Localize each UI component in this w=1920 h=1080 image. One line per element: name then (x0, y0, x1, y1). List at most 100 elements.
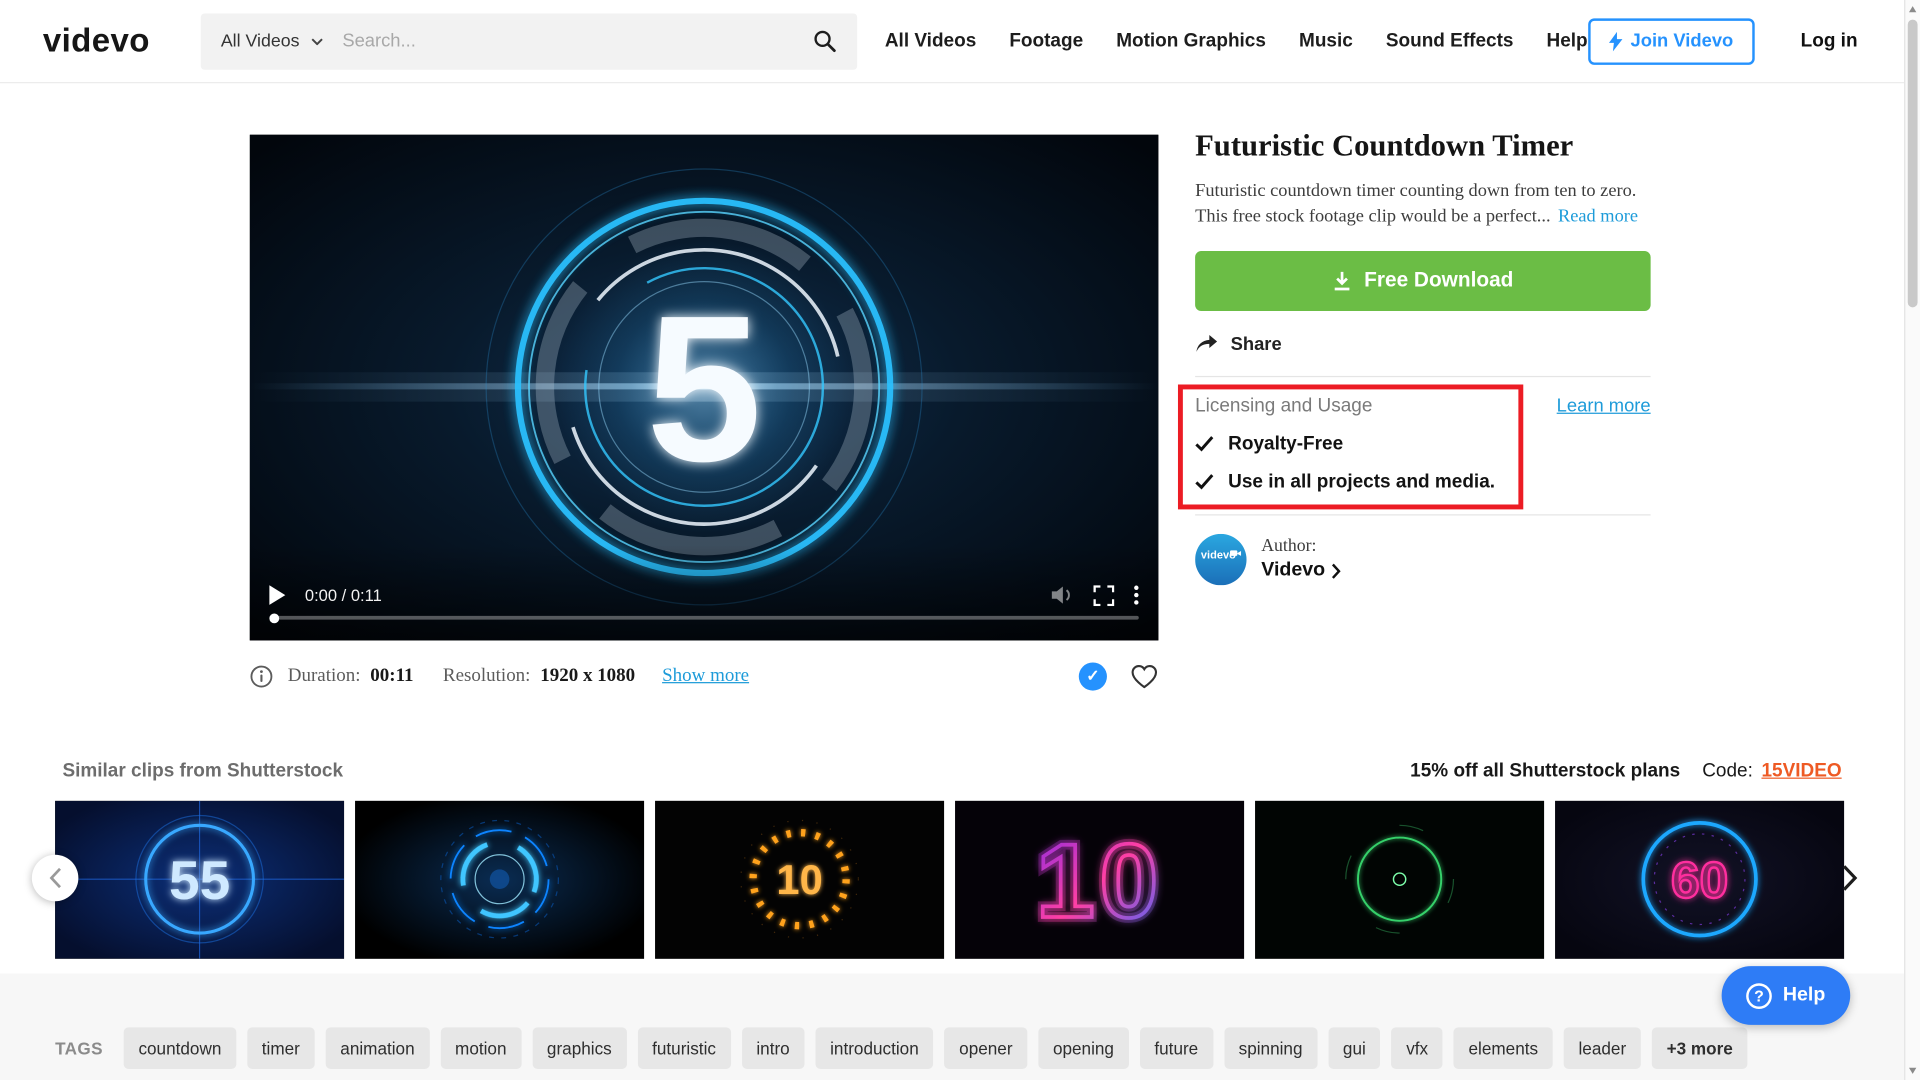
player-controls-bar: 0:00 / 0:11 (250, 545, 1159, 641)
fullscreen-icon[interactable] (1093, 585, 1114, 606)
similar-clip-thumbnail[interactable]: 10 (655, 801, 944, 959)
author-section: videvo Author: Videvo (1195, 533, 1651, 584)
nav-footage[interactable]: Footage (1009, 30, 1083, 52)
search-button[interactable] (793, 13, 857, 69)
favorite-heart-icon[interactable] (1130, 663, 1158, 689)
author-avatar[interactable]: videvo (1195, 533, 1246, 584)
countdown-number: 5 (646, 273, 762, 505)
licensing-section: Licensing and Usage Learn more Royalty-F… (1195, 377, 1651, 493)
search-input[interactable] (342, 13, 793, 69)
show-more-link[interactable]: Show more (662, 665, 749, 687)
search-category-dropdown[interactable]: All Videos (201, 13, 342, 69)
video-details-panel: Futuristic Countdown Timer Futuristic co… (1195, 130, 1651, 585)
resolution-value: 1920 x 1080 (540, 665, 635, 687)
share-icon (1195, 334, 1218, 354)
video-player[interactable]: 5 0:00 / 0:11 (250, 135, 1159, 641)
similar-clip-thumbnail[interactable] (1255, 801, 1544, 959)
logo[interactable]: videvo (43, 22, 150, 60)
lightning-bolt-icon (1608, 31, 1621, 51)
learn-more-link[interactable]: Learn more (1557, 396, 1651, 417)
licensing-label: Licensing and Usage (1195, 395, 1372, 417)
tag-pill[interactable]: futuristic (637, 1027, 730, 1069)
carousel-prev-button[interactable] (32, 855, 79, 902)
license-item-use-all: Use in all projects and media. (1195, 471, 1651, 493)
similar-clip-thumbnail[interactable] (355, 801, 644, 959)
tag-pill[interactable]: timer (247, 1027, 315, 1069)
author-name-link[interactable]: Videvo (1261, 560, 1341, 582)
share-label: Share (1231, 334, 1282, 355)
similar-clips-carousel: 55 (55, 801, 1844, 959)
help-button[interactable]: ? Help (1722, 966, 1850, 1025)
tag-pill[interactable]: vfx (1392, 1027, 1443, 1069)
seek-playhead[interactable] (269, 613, 279, 623)
tag-pill[interactable]: gui (1328, 1027, 1380, 1069)
seek-bar[interactable] (269, 616, 1138, 620)
nav-motion-graphics[interactable]: Motion Graphics (1116, 30, 1266, 52)
tag-pill[interactable]: elements (1454, 1027, 1553, 1069)
tag-pill[interactable]: motion (440, 1027, 521, 1069)
tag-pill[interactable]: opening (1038, 1027, 1128, 1069)
license-item-royalty-free: Royalty-Free (1195, 433, 1651, 455)
tag-pill[interactable]: countdown (124, 1027, 236, 1069)
more-options-icon[interactable] (1134, 585, 1139, 605)
tag-pill[interactable]: graphics (532, 1027, 626, 1069)
nav-all-videos[interactable]: All Videos (885, 30, 976, 52)
license-item-label: Royalty-Free (1228, 433, 1343, 455)
play-button[interactable] (269, 585, 285, 605)
nav-help[interactable]: Help (1547, 30, 1588, 52)
similar-clip-thumbnail[interactable]: 55 (55, 801, 344, 959)
scrollbar-down-arrow-icon[interactable] (1909, 1068, 1916, 1074)
tag-pill[interactable]: animation (326, 1027, 430, 1069)
join-button-label: Join Videvo (1631, 31, 1734, 52)
free-download-button[interactable]: Free Download (1195, 251, 1651, 311)
info-icon[interactable] (250, 664, 273, 687)
resolution-label: Resolution: (443, 665, 531, 687)
author-name: Videvo (1261, 560, 1325, 582)
header: videvo All Videos All Videos Footage Mot… (0, 0, 1904, 83)
tag-pill[interactable]: leader (1564, 1027, 1641, 1069)
duration-label: Duration: (288, 665, 361, 687)
tag-pill[interactable]: future (1140, 1027, 1213, 1069)
share-button[interactable]: Share (1195, 334, 1651, 355)
video-meta-row: Duration: 00:11 Resolution: 1920 x 1080 … (250, 659, 1159, 693)
join-button[interactable]: Join Videvo (1588, 18, 1754, 65)
similar-clips-heading: Similar clips from Shutterstock (62, 760, 343, 782)
nav-sound-effects[interactable]: Sound Effects (1386, 30, 1514, 52)
tags-label: TAGS (55, 1038, 103, 1058)
author-label: Author: (1261, 536, 1341, 557)
description-line1: Futuristic countdown timer counting down… (1195, 181, 1636, 201)
scrollbar[interactable] (1904, 0, 1920, 1080)
tags-section: TAGS countdown timer animation motion gr… (0, 973, 1904, 1080)
promo-code-label: Code: (1702, 760, 1753, 782)
tag-pill[interactable]: introduction (815, 1027, 933, 1069)
scrollbar-up-arrow-icon[interactable] (1909, 6, 1916, 12)
promo-text: 15% off all Shutterstock plans (1410, 760, 1680, 782)
description-line2: This free stock footage clip would be a … (1195, 207, 1550, 227)
download-icon (1332, 270, 1352, 291)
nav-music[interactable]: Music (1299, 30, 1353, 52)
similar-clip-thumbnail[interactable]: 60 (1555, 801, 1844, 959)
tag-pill[interactable]: spinning (1224, 1027, 1317, 1069)
thumbnail-number: 60 (1671, 851, 1728, 909)
volume-icon[interactable] (1049, 585, 1073, 605)
verified-badge-icon[interactable]: ✓ (1079, 662, 1107, 690)
thumbnail-number: 10 (776, 856, 822, 903)
video-description: Futuristic countdown timer counting down… (1195, 179, 1651, 231)
question-mark-icon: ? (1746, 983, 1772, 1009)
read-more-link[interactable]: Read more (1558, 207, 1638, 227)
check-icon (1195, 436, 1213, 452)
tags-more-button[interactable]: +3 more (1652, 1027, 1748, 1069)
tag-pill[interactable]: opener (944, 1027, 1027, 1069)
scrollbar-thumb[interactable] (1908, 20, 1918, 308)
license-item-label: Use in all projects and media. (1228, 471, 1495, 493)
similar-clip-thumbnail[interactable]: 10 10 (955, 801, 1244, 959)
thumbnail-number: 55 (169, 849, 230, 911)
search-category-label: All Videos (221, 31, 300, 51)
divider (1195, 514, 1651, 515)
player-time: 0:00 / 0:11 (305, 586, 382, 604)
carousel-next-button[interactable] (1832, 858, 1866, 897)
help-label: Help (1783, 984, 1825, 1006)
promo-code-link[interactable]: 15VIDEO (1761, 760, 1841, 782)
tag-pill[interactable]: intro (742, 1027, 805, 1069)
login-link[interactable]: Log in (1801, 30, 1858, 52)
